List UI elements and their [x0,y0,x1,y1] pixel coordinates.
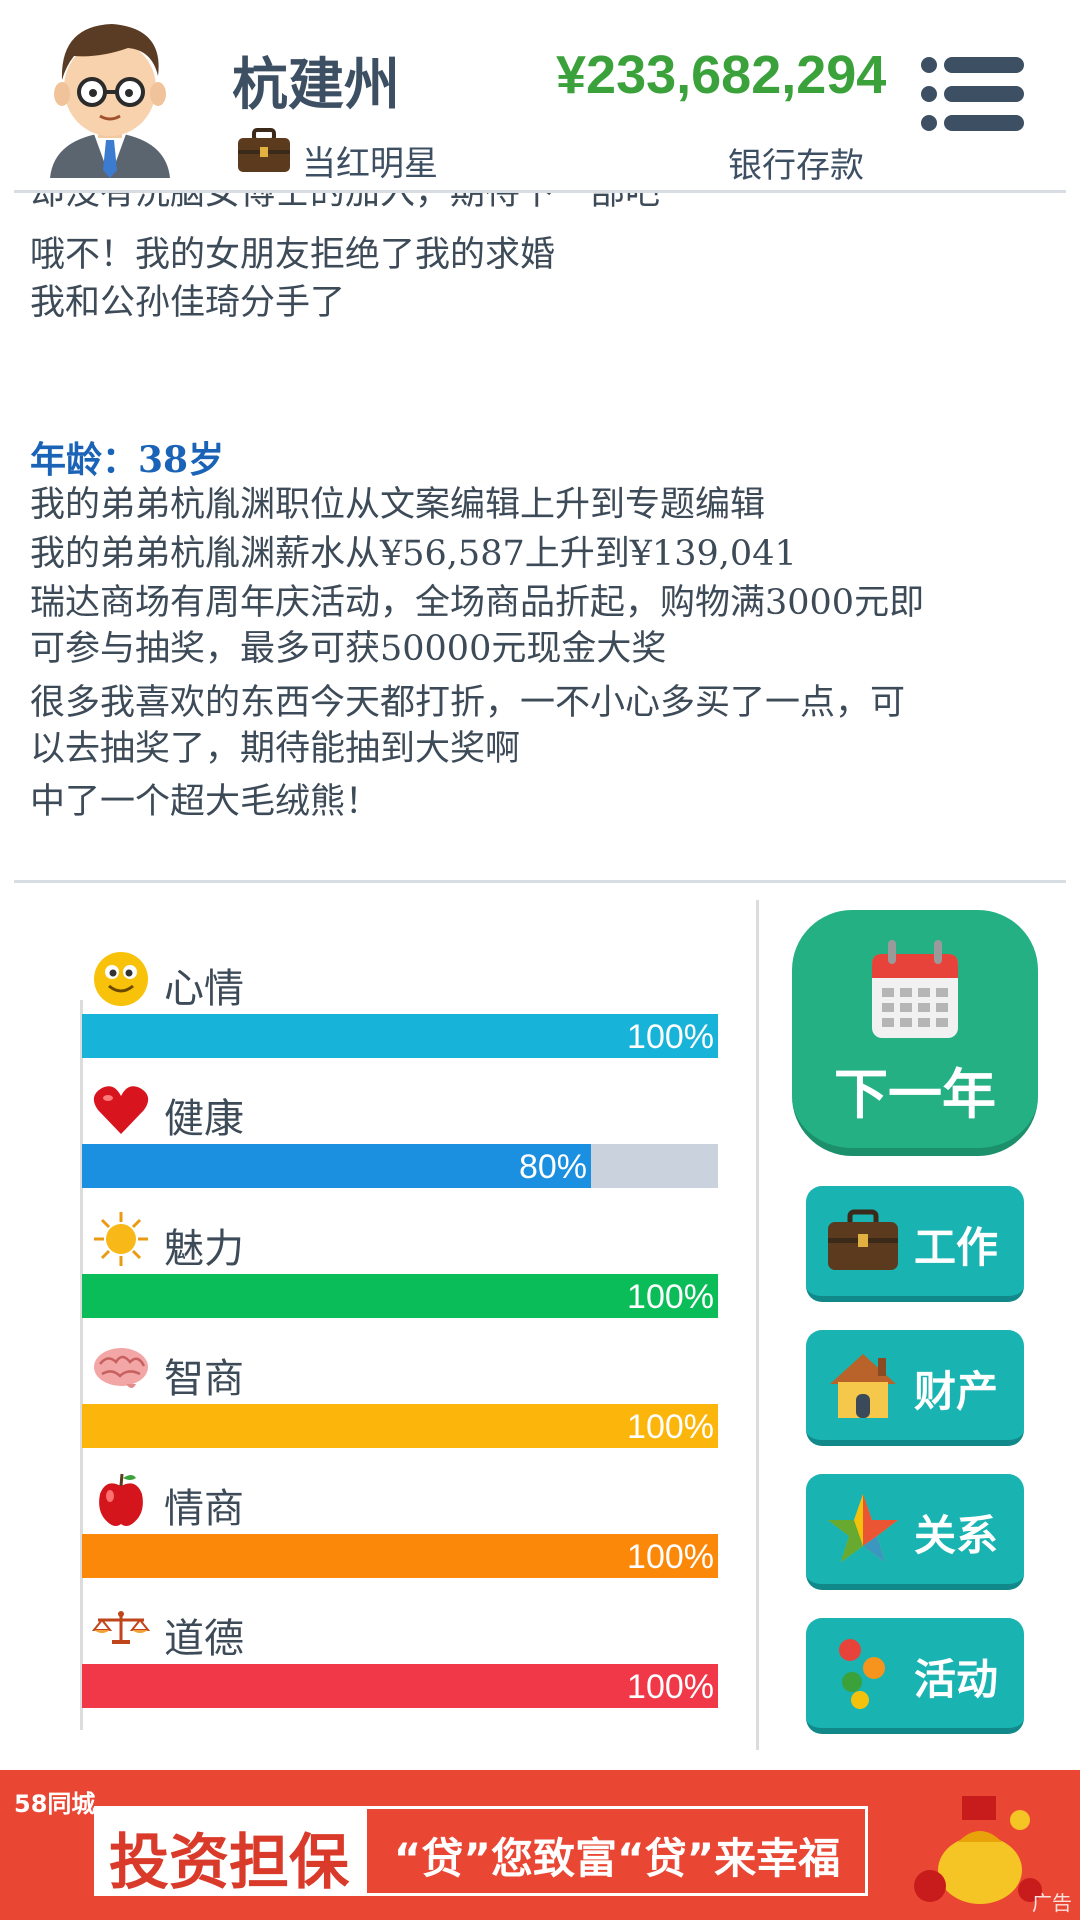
next-year-label: 下一年 [834,1063,996,1126]
stat-label: 魅力 [164,1226,244,1272]
stat-fill [82,1014,718,1058]
log-line: 我和公孙佳琦分手了 [30,283,346,323]
property-button[interactable]: 财产 [806,1330,1024,1446]
log-line: 中了一个超大毛绒熊！ [30,782,381,822]
stat-mood: 心情 100% [82,950,718,1070]
avatar[interactable] [40,10,180,180]
stat-bar: 100% [82,1274,718,1318]
log-line: 瑞达商场有周年庆活动，全场商品折起，购物满3000元即 [30,583,925,623]
stat-fill [82,1274,718,1318]
briefcase-icon [828,1209,898,1270]
relations-button[interactable]: 关系 [806,1474,1024,1590]
stat-percent: 100% [627,1538,714,1576]
activity-icon [839,1639,885,1709]
activity-button[interactable]: 活动 [806,1618,1024,1734]
stat-iq: 智商 100% [82,1340,718,1460]
ad-brand: 58同城 [14,1790,96,1818]
stat-label: 智商 [164,1356,244,1402]
stat-fill [82,1404,718,1448]
work-label: 工作 [914,1223,999,1272]
smiley-icon [94,952,148,1006]
property-label: 财产 [914,1367,999,1416]
stat-bar: 100% [82,1014,718,1058]
log-age-heading: 年龄：38岁 [30,439,225,481]
house-icon [830,1354,896,1418]
ad-slogan-box: “贷”您致富“贷”来幸福 [364,1806,868,1896]
relations-label: 关系 [914,1511,999,1560]
stat-bar: 100% [82,1534,718,1578]
stat-health: 健康 80% [82,1080,718,1200]
stat-bar: 100% [82,1404,718,1448]
log-line: 我的弟弟杭胤渊薪水从¥56,587上升到¥139,041 [30,534,797,574]
work-button[interactable]: 工作 [806,1186,1024,1302]
heart-icon [93,1086,149,1134]
scales-icon [92,1611,150,1644]
stat-percent: 100% [627,1278,714,1316]
stat-label: 心情 [164,966,244,1012]
panel-divider [756,900,759,1750]
stat-label: 情商 [164,1486,244,1532]
briefcase-icon [238,128,290,172]
ad-slogan-text: “贷”您致富“贷”来幸福 [393,1834,841,1883]
log-line: 哦不！我的女朋友拒绝了我的求婚 [30,235,556,275]
stat-percent: 80% [518,1148,587,1186]
stat-bar: 80% [82,1144,718,1188]
log-line: 我的弟弟杭胤渊职位从文案编辑上升到专题编辑 [30,485,766,525]
log-line: 很多我喜欢的东西今天都打折，一不小心多买了一点，可 [30,683,906,723]
sun-icon [94,1212,148,1266]
brain-icon [94,1348,148,1388]
stat-morality: 道德 100% [82,1600,718,1720]
stat-fill [82,1144,591,1188]
stat-bar: 100% [82,1664,718,1708]
ad-tag: 广告 [1032,1891,1072,1915]
money-bag-icon [914,1796,1042,1904]
stat-charm: 魅力 100% [82,1210,718,1330]
stat-percent: 100% [627,1408,714,1446]
next-year-button[interactable]: 下一年 [792,910,1038,1156]
ad-banner[interactable]: 58同城 投资担保 “贷”您致富“贷”来幸福 广告 [0,1770,1080,1920]
calendar-icon [872,940,958,1038]
stat-label: 健康 [164,1096,244,1142]
stat-percent: 100% [627,1668,714,1706]
stat-fill [82,1534,718,1578]
log-line: 以去抽奖了，期待能抽到大奖啊 [30,729,521,769]
log-line: 却没有洗脑女博士的加入，期待下一部吧 [30,193,661,213]
stat-percent: 100% [627,1018,714,1056]
log-divider [14,880,1066,883]
stat-eq: 情商 100% [82,1470,718,1590]
stat-fill [82,1664,718,1708]
log-line: 可参与抽奖，最多可获50000元现金大奖 [30,629,667,669]
ad-main-box: 投资担保 [94,1806,364,1898]
bank-balance: ¥233,682,294 [556,45,887,105]
header: 杭建州 当红明星 ¥233,682,294 银行存款 [0,0,1080,190]
star-icon [828,1494,898,1562]
job-title: 当红明星 [302,144,438,184]
stat-label: 道德 [164,1616,244,1662]
menu-icon[interactable] [920,56,1024,132]
event-log[interactable]: 却没有洗脑女博士的加入，期待下一部吧 哦不！我的女朋友拒绝了我的求婚 我和公孙佳… [14,193,1066,883]
ad-main-text: 投资担保 [109,1828,349,1898]
apple-icon [99,1473,143,1526]
activity-label: 活动 [914,1655,999,1704]
bank-balance-label: 银行存款 [728,146,864,186]
player-name: 杭建州 [232,53,400,118]
